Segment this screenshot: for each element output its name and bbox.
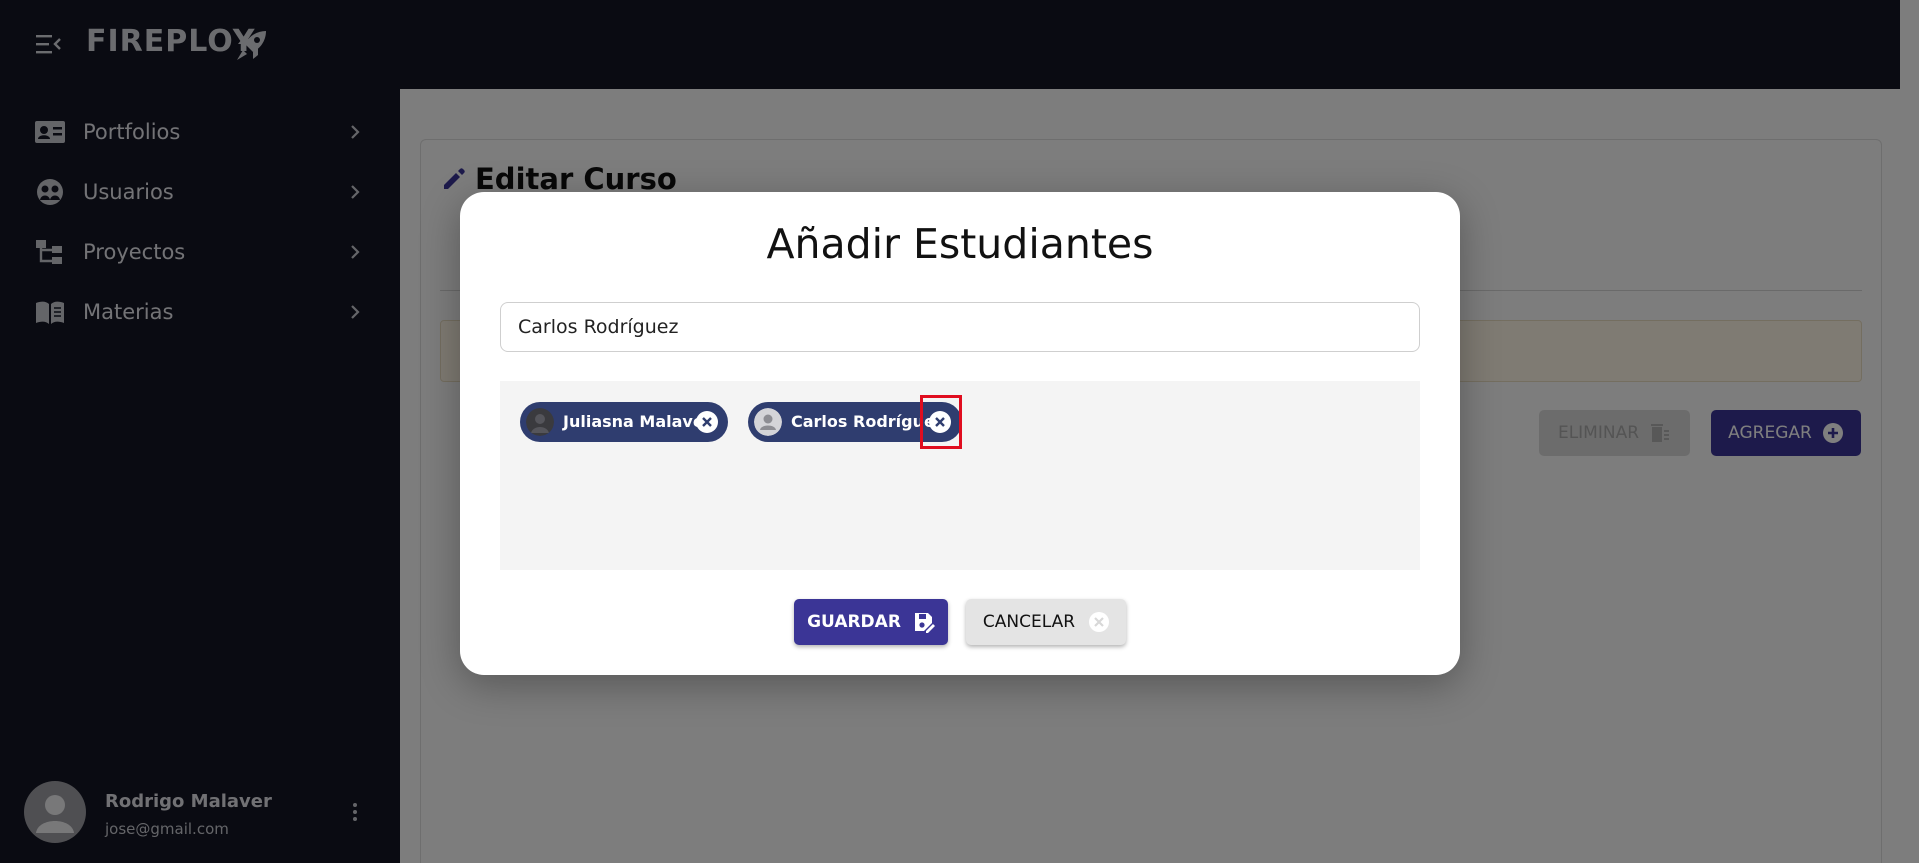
guardar-button[interactable]: GUARDAR <box>794 599 948 645</box>
guardar-label: GUARDAR <box>807 612 901 632</box>
close-circle-icon <box>1089 612 1110 632</box>
cancelar-button[interactable]: CANCELAR <box>966 599 1126 645</box>
dialog-title: Añadir Estudiantes <box>766 220 1154 268</box>
cancelar-label: CANCELAR <box>982 612 1076 632</box>
save-edit-icon <box>914 613 935 633</box>
user-avatar-icon <box>526 408 554 436</box>
student-search-input[interactable] <box>500 302 1420 352</box>
user-avatar-icon <box>754 408 782 436</box>
student-chip: Juliasna Malaver <box>520 402 728 442</box>
close-circle-icon[interactable] <box>696 411 718 433</box>
highlight-marker <box>920 395 962 449</box>
chip-label: Juliasna Malaver <box>563 412 712 431</box>
